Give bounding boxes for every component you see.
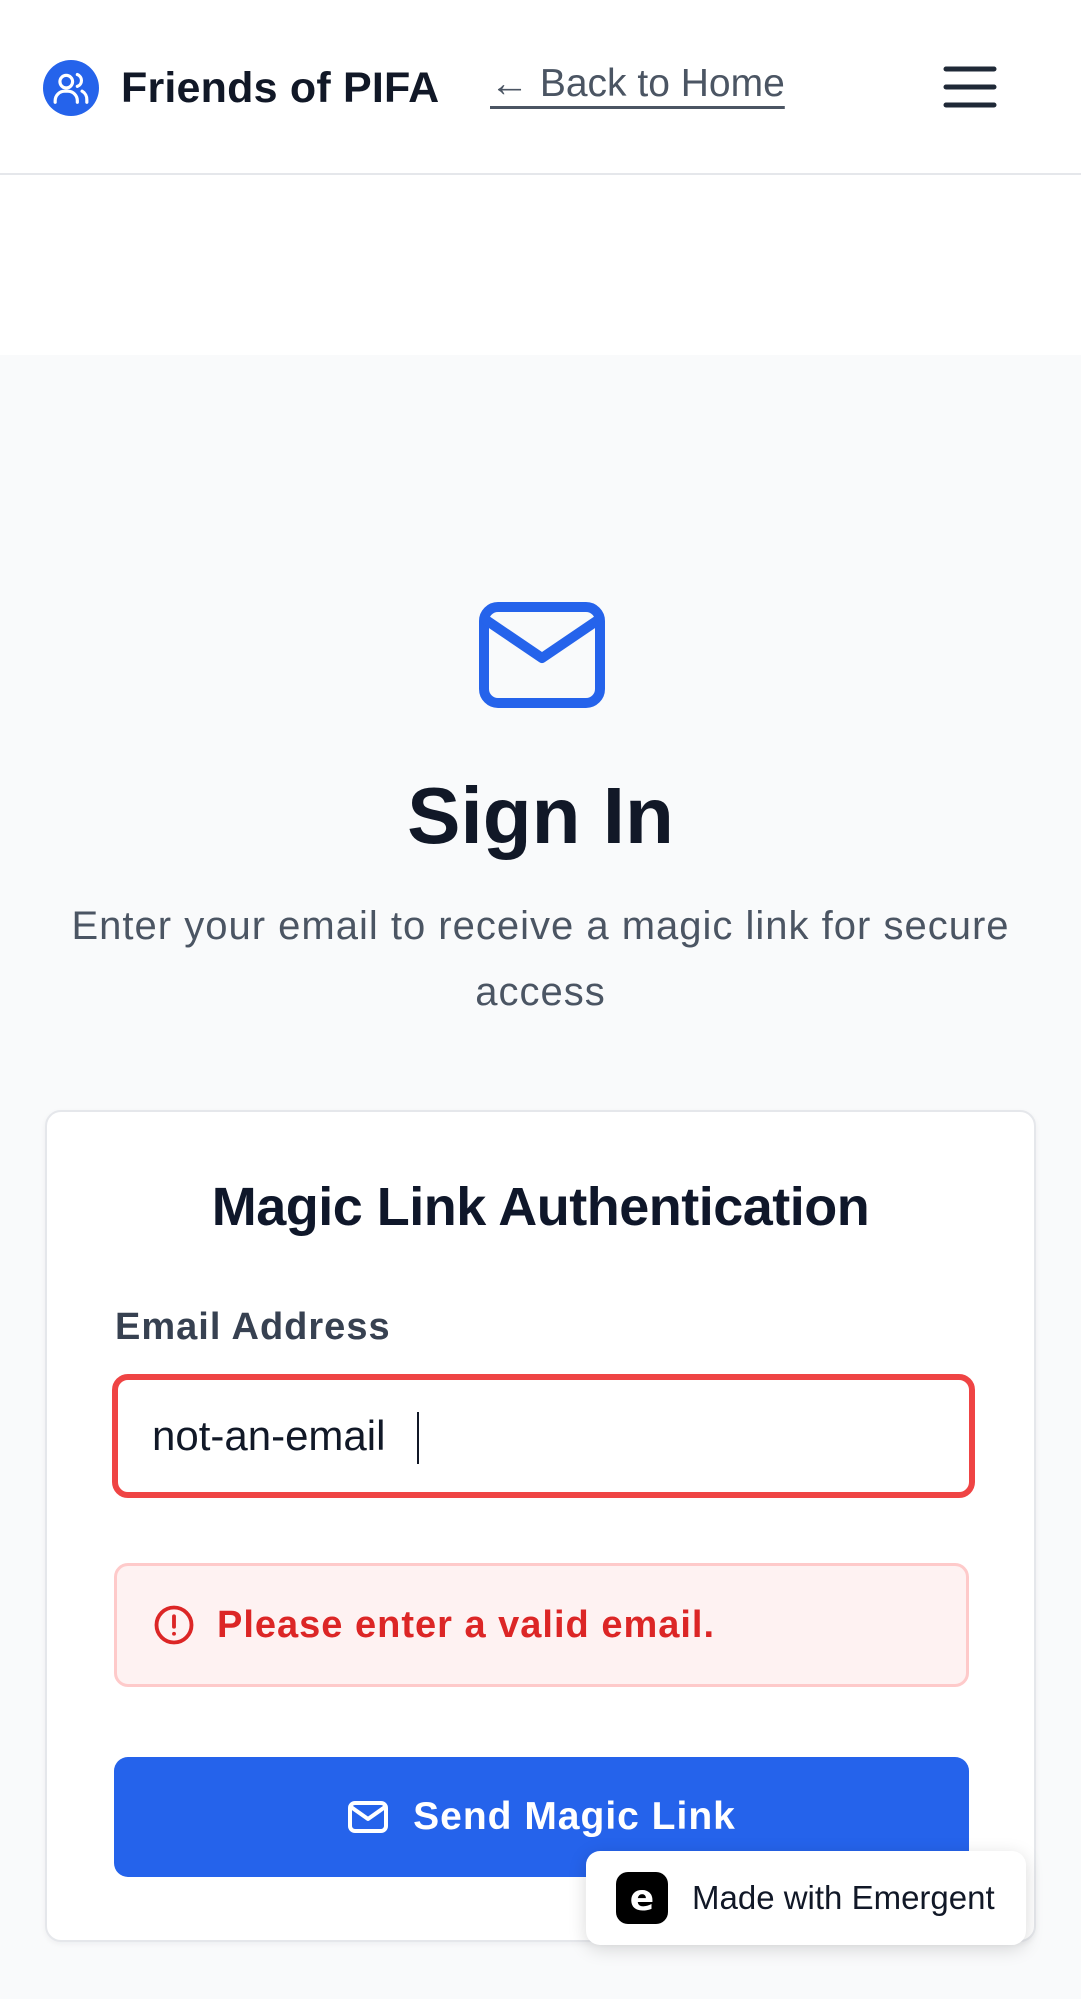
text-caret [417,1412,419,1464]
made-with-emergent-badge[interactable]: e Made with Emergent [586,1851,1026,1945]
page-subtitle: Enter your email to receive a magic link… [71,904,1010,1014]
page-title: Sign In [407,771,674,860]
header-spacer [0,175,1081,355]
emergent-logo-icon: e [616,1872,668,1924]
sign-in-card: Magic Link Authentication Email Address … [45,1110,1036,1942]
email-field[interactable] [112,1374,975,1498]
users-icon [43,60,99,116]
back-to-home-link[interactable]: ← Back to Home [490,62,785,106]
hamburger-menu-icon [943,66,997,108]
email-field-label: Email Address [115,1306,391,1348]
card-title: Magic Link Authentication [211,1177,870,1237]
brand[interactable]: Friends of PIFA [43,60,439,116]
brand-name: Friends of PIFA [121,63,440,112]
alert-circle-icon [154,1605,194,1645]
mail-icon [477,600,607,710]
hamburger-menu-button[interactable] [930,52,1010,122]
mail-icon [347,1800,389,1834]
error-message: Please enter a valid email. [217,1603,716,1646]
error-alert: Please enter a valid email. [114,1563,969,1687]
send-magic-link-label: Send Magic Link [413,1795,736,1838]
badge-text: Made with Emergent [692,1879,995,1916]
top-navigation-bar: Friends of PIFA ← Back to Home [0,0,1081,175]
